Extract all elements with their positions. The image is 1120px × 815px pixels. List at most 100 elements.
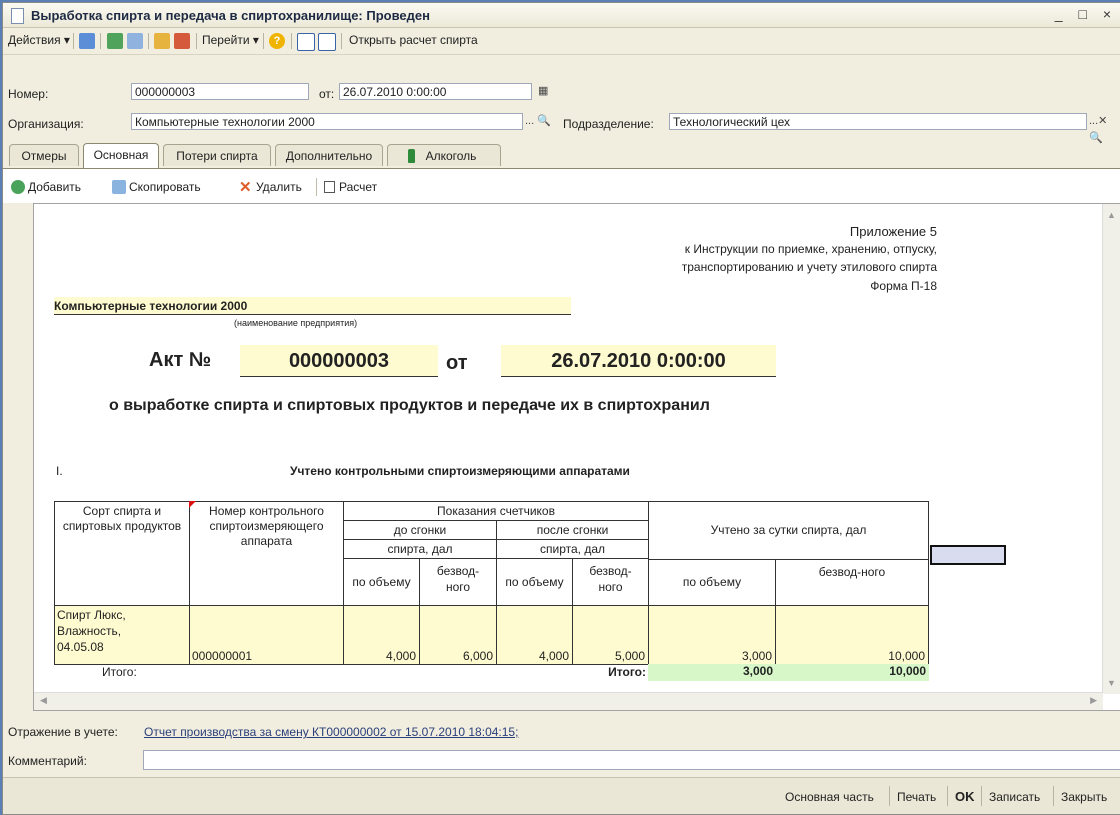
bottle-icon bbox=[408, 149, 415, 163]
actions-menu[interactable]: Действия ▾ bbox=[8, 33, 70, 47]
toolbar-separator bbox=[341, 33, 342, 49]
help-icon[interactable]: ? bbox=[269, 33, 285, 49]
vertical-scrollbar[interactable]: ▲ ▼ bbox=[1102, 204, 1120, 694]
col-header-day-volume: по объему bbox=[648, 559, 776, 606]
close-button[interactable]: Закрыть bbox=[1061, 790, 1107, 804]
date-label: от: bbox=[319, 87, 335, 101]
toolbar-separator bbox=[316, 178, 317, 196]
organization-label: Организация: bbox=[8, 117, 84, 131]
settings-list-icon[interactable] bbox=[318, 33, 336, 51]
col-header-spirit-after: спирта, дал bbox=[496, 539, 649, 559]
scroll-left-icon[interactable]: ◀ bbox=[40, 695, 47, 706]
table-cell-day-volume: 3,000 bbox=[648, 605, 776, 665]
add-icon bbox=[11, 180, 25, 194]
toolbar-separator bbox=[73, 33, 74, 49]
row-sort-line-2: Влажность, bbox=[57, 624, 122, 638]
toolbar-separator bbox=[148, 33, 149, 49]
report-sheet[interactable]: Приложение 5 к Инструкции по приемке, хр… bbox=[33, 203, 1120, 711]
scroll-down-icon[interactable]: ▼ bbox=[1107, 678, 1116, 688]
comment-field[interactable] bbox=[143, 750, 1120, 770]
col-header-after: после сгонки bbox=[496, 520, 649, 540]
table-cell-meter: 000000001 bbox=[189, 605, 344, 665]
calc-icon bbox=[324, 181, 335, 193]
department-field[interactable]: Технологический цех bbox=[669, 113, 1087, 130]
col-header-after-anhydrous: безвод-ного bbox=[572, 558, 649, 606]
tab-spirit-losses[interactable]: Потери спирта bbox=[163, 144, 271, 166]
tab-otmery[interactable]: Отмеры bbox=[9, 144, 79, 166]
refresh-icon[interactable] bbox=[107, 33, 123, 49]
table-row-sort: Спирт Люкс, Влажность, 04.05.08 bbox=[54, 605, 190, 665]
command-separator bbox=[1053, 786, 1054, 806]
toolbar-separator bbox=[100, 33, 101, 49]
structure-icon[interactable] bbox=[154, 33, 170, 49]
col-header-day: Учтено за сутки спирта, дал bbox=[648, 501, 929, 560]
delete-icon: ✕ bbox=[239, 179, 252, 196]
date-field[interactable]: 26.07.2010 0:00:00 bbox=[339, 83, 532, 100]
number-label: Номер: bbox=[8, 87, 49, 101]
instruction-line-2: транспортированию и учету этилового спир… bbox=[681, 260, 937, 274]
scroll-right-icon[interactable]: ▶ bbox=[1090, 695, 1097, 706]
act-subject: о выработке спирта и спиртовых продуктов… bbox=[109, 397, 710, 414]
based-on-icon[interactable] bbox=[174, 33, 190, 49]
total-label: Итого: bbox=[608, 665, 646, 679]
main-toolbar: Действия ▾ Перейти ▾ ? Открыть расчет сп… bbox=[3, 28, 1120, 55]
ok-button[interactable]: OK bbox=[955, 789, 975, 804]
row-sort-line-1: Спирт Люкс, bbox=[57, 608, 126, 622]
act-label: Акт № bbox=[149, 349, 212, 371]
table-toolbar: Добавить Скопировать ✕ Удалить Расчет bbox=[3, 169, 1120, 203]
document-window: Выработка спирта и передача в спиртохран… bbox=[2, 2, 1120, 815]
from-label: от bbox=[446, 352, 468, 374]
report-content: Приложение 5 к Инструкции по приемке, хр… bbox=[34, 204, 1104, 694]
toolbar-separator bbox=[263, 33, 264, 49]
selected-cell[interactable] bbox=[930, 545, 1006, 565]
post-icon[interactable] bbox=[79, 33, 95, 49]
copy-icon bbox=[112, 180, 126, 194]
toolbar-separator bbox=[196, 33, 197, 49]
department-select-button[interactable]: ...✕🔍 bbox=[1089, 113, 1120, 144]
col-header-before: до сгонки bbox=[343, 520, 497, 540]
col-header-readings: Показания счетчиков bbox=[343, 501, 649, 521]
open-calc-button[interactable]: Открыть расчет спирта bbox=[349, 33, 478, 47]
calc-button[interactable]: Расчет bbox=[339, 180, 377, 194]
number-field[interactable]: 000000003 bbox=[131, 83, 309, 100]
tab-main[interactable]: Основная bbox=[83, 143, 159, 168]
copy-button[interactable]: Скопировать bbox=[129, 180, 201, 194]
tab-alcohol[interactable]: Алкоголь bbox=[387, 144, 501, 166]
main-part-button[interactable]: Основная часть bbox=[785, 790, 874, 804]
document-icon bbox=[11, 8, 24, 24]
comment-label: Комментарий: bbox=[8, 754, 87, 768]
add-button[interactable]: Добавить bbox=[28, 180, 81, 194]
organization-field[interactable]: Компьютерные технологии 2000 bbox=[131, 113, 523, 130]
list-icon[interactable] bbox=[297, 33, 315, 51]
reflect-label: Отражение в учете: bbox=[8, 725, 118, 739]
window-controls[interactable]: _ □ × bbox=[1055, 6, 1117, 22]
goto-menu[interactable]: Перейти ▾ bbox=[202, 33, 259, 47]
total-label-left: Итого: bbox=[102, 665, 137, 679]
act-date: 26.07.2010 0:00:00 bbox=[501, 345, 776, 377]
instruction-line-1: к Инструкции по приемке, хранению, отпус… bbox=[684, 242, 937, 256]
toolbar-separator bbox=[291, 33, 292, 49]
command-separator bbox=[981, 786, 982, 806]
command-separator bbox=[947, 786, 948, 806]
total-anhydrous: 10,000 bbox=[775, 664, 929, 681]
command-separator bbox=[889, 786, 890, 806]
organization-caption: (наименование предприятия) bbox=[234, 318, 358, 328]
print-button[interactable]: Печать bbox=[897, 790, 936, 804]
organization-name: Компьютерные технологии 2000 bbox=[54, 297, 571, 315]
scroll-up-icon[interactable]: ▲ bbox=[1107, 210, 1116, 220]
tab-additional[interactable]: Дополнительно bbox=[275, 144, 383, 166]
organization-select-button[interactable]: ... 🔍 bbox=[525, 113, 551, 130]
horizontal-scrollbar[interactable]: ◀ ▶ bbox=[34, 692, 1103, 710]
reflect-link[interactable]: Отчет производства за смену КТ000000002 … bbox=[144, 725, 518, 739]
act-number: 000000003 bbox=[240, 345, 438, 377]
calendar-icon[interactable]: ▦ bbox=[538, 83, 548, 100]
table-cell-before-anhydrous: 6,000 bbox=[419, 605, 497, 665]
table-cell-after-volume: 4,000 bbox=[496, 605, 573, 665]
col-header-spirit-before: спирта, дал bbox=[343, 539, 497, 559]
delete-button[interactable]: Удалить bbox=[256, 180, 302, 194]
save-button[interactable]: Записать bbox=[989, 790, 1040, 804]
window-title: Выработка спирта и передача в спиртохран… bbox=[31, 8, 430, 23]
appendix-text: Приложение 5 bbox=[849, 224, 937, 239]
table-cell-after-anhydrous: 5,000 bbox=[572, 605, 649, 665]
copy-doc-icon[interactable] bbox=[127, 33, 143, 49]
